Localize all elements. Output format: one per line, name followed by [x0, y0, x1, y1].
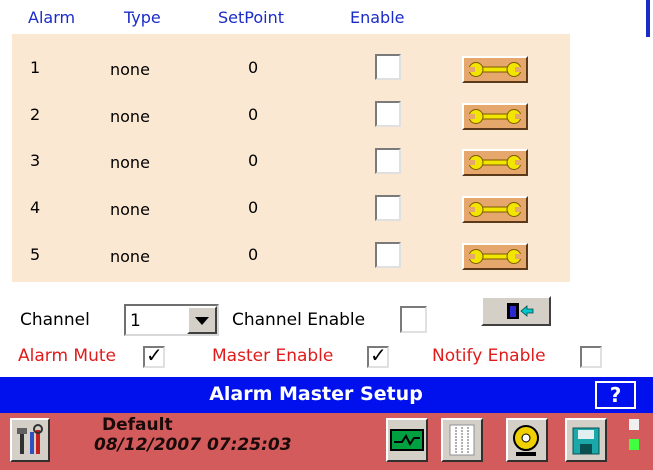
header-alarm: Alarm	[28, 8, 76, 27]
alarm-enable-checkbox[interactable]	[375, 195, 401, 221]
wrench-icon	[468, 249, 522, 264]
master-enable-label: Master Enable	[212, 346, 334, 366]
wrench-icon	[468, 109, 522, 124]
alarm-number: 1	[30, 58, 41, 77]
header-setpoint: SetPoint	[218, 8, 284, 27]
alarm-mute-label: Alarm Mute	[18, 346, 116, 366]
wrench-icon	[468, 62, 522, 77]
alarm-bell-icon	[513, 425, 539, 456]
alarm-number: 2	[30, 105, 41, 124]
exit-button[interactable]	[481, 296, 551, 326]
title-bar: Alarm Master Setup ?	[0, 377, 653, 413]
alarm-enable-checkbox[interactable]	[375, 54, 401, 80]
channel-select[interactable]: 1	[124, 304, 219, 336]
indicator-icon	[629, 419, 639, 430]
alarm-setpoint: 0	[248, 58, 259, 77]
tools-button[interactable]	[10, 418, 50, 462]
tools-icon	[17, 424, 43, 454]
alarm-setup-button[interactable]	[462, 196, 528, 223]
channel-label: Channel	[20, 310, 90, 330]
alarm-number: 5	[30, 245, 41, 264]
alarm-enable-checkbox[interactable]	[375, 242, 401, 268]
status-datetime: 08/12/2007 07:25:03	[94, 435, 292, 455]
alarm-enable-checkbox[interactable]	[375, 148, 401, 174]
wrench-icon	[468, 155, 522, 170]
alarm-type: none	[110, 60, 150, 79]
alarm-setpoint: 0	[248, 105, 259, 124]
alarm-setup-button[interactable]	[462, 243, 528, 270]
alarm-setup-button[interactable]	[462, 56, 528, 83]
columns-button[interactable]	[441, 418, 483, 462]
alarm-enable-checkbox[interactable]	[375, 101, 401, 127]
save-button[interactable]	[565, 418, 607, 462]
channel-enable-label: Channel Enable	[232, 310, 366, 330]
alarm-setpoint: 0	[248, 198, 259, 217]
alarm-mute-checkbox[interactable]: ✓	[143, 343, 165, 368]
notify-enable-label: Notify Enable	[432, 346, 546, 366]
exit-door-icon	[507, 303, 534, 319]
notify-enable-checkbox[interactable]	[580, 346, 602, 368]
alarm-type: none	[110, 107, 150, 126]
status-bar: Default 08/12/2007 07:25:03	[0, 413, 653, 470]
alarm-type: none	[110, 200, 150, 219]
page-title: Alarm Master Setup	[209, 383, 423, 405]
trend-button[interactable]	[386, 418, 428, 462]
profile-name: Default	[102, 415, 173, 435]
header-enable: Enable	[350, 8, 405, 27]
save-disk-icon	[572, 427, 600, 455]
checkmark-icon: ✓	[370, 343, 387, 367]
checkmark-icon: ✓	[146, 343, 163, 367]
help-icon[interactable]: ?	[595, 381, 636, 409]
alarm-setpoint: 0	[248, 245, 259, 264]
alarm-bell-button[interactable]	[506, 418, 548, 462]
alarm-number: 4	[30, 198, 41, 217]
master-enable-checkbox[interactable]: ✓	[367, 343, 389, 368]
header-type: Type	[124, 8, 161, 27]
alarm-setup-button[interactable]	[462, 149, 528, 176]
alarm-type: none	[110, 247, 150, 266]
trend-chart-icon	[390, 429, 424, 451]
channel-value: 1	[130, 311, 141, 331]
alarm-setup-button[interactable]	[462, 103, 528, 130]
alarm-setpoint: 0	[248, 151, 259, 170]
channel-enable-checkbox[interactable]	[400, 306, 427, 333]
alarm-type: none	[110, 153, 150, 172]
alarm-number: 3	[30, 151, 41, 170]
columns-icon	[449, 424, 475, 456]
window-edge	[646, 0, 650, 37]
dropdown-arrow-icon[interactable]	[187, 306, 217, 334]
wrench-icon	[468, 202, 522, 217]
indicator-icon	[629, 439, 639, 450]
